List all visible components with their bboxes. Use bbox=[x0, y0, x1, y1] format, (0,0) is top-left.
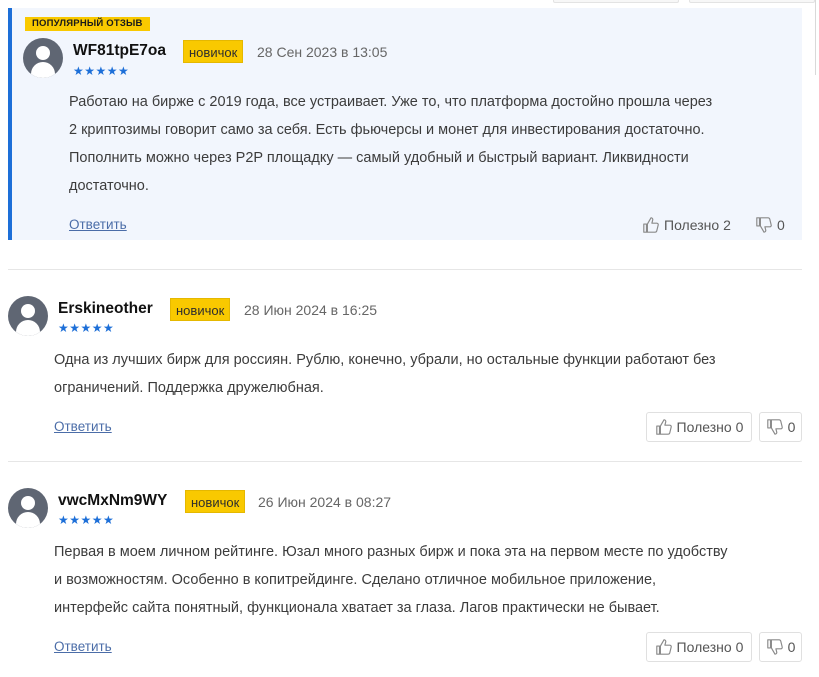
review-text-line: Пополнить можно через P2P площадку — сам… bbox=[69, 150, 689, 166]
role-badge: новичок bbox=[170, 298, 231, 321]
review-text-line: Первая в моем личном рейтинге. Юзал мног… bbox=[54, 544, 728, 560]
user-avatar-icon[interactable] bbox=[8, 488, 48, 528]
user-avatar-icon[interactable] bbox=[23, 38, 63, 78]
reply-link[interactable]: Ответить bbox=[54, 639, 112, 654]
review-text-line: Одна из лучших бирж для россиян. Рублю, … bbox=[54, 352, 716, 368]
review-text-line: интерфейс сайта понятный, функционала хв… bbox=[54, 600, 660, 616]
useful-label: Полезно bbox=[664, 217, 720, 233]
top-tab-right[interactable] bbox=[689, 0, 815, 3]
useful-button[interactable]: Полезно 0 bbox=[646, 412, 752, 442]
useful-count: 0 bbox=[735, 639, 744, 655]
star-rating: ★★★★★ bbox=[73, 64, 130, 78]
thumbs-down-icon bbox=[755, 216, 773, 234]
review-text-line: 2 криптозимы говорит само за себя. Есть … bbox=[69, 122, 705, 138]
useful-count: 0 bbox=[735, 419, 744, 435]
review-text: Одна из лучших бирж для россиян. Рублю, … bbox=[54, 346, 794, 402]
thumbs-down-icon bbox=[766, 638, 784, 656]
scrollbar-track[interactable] bbox=[815, 0, 816, 75]
review-username[interactable]: WF81tpE7oa bbox=[73, 42, 166, 60]
user-avatar-icon[interactable] bbox=[8, 296, 48, 336]
review-text-line: и возможностям. Особенно в копитрейдинге… bbox=[54, 572, 657, 588]
dislike-count: 0 bbox=[777, 217, 785, 233]
thumbs-up-icon bbox=[642, 216, 660, 234]
top-tab-left[interactable] bbox=[553, 0, 679, 3]
role-badge: новичок bbox=[185, 490, 246, 513]
dislike-count: 0 bbox=[787, 639, 796, 655]
review-username[interactable]: vwcMxNm9WY bbox=[58, 492, 167, 510]
popular-accent-bar bbox=[8, 8, 12, 240]
review-text-line: достаточно. bbox=[69, 178, 149, 194]
reply-link[interactable]: Ответить bbox=[69, 217, 127, 232]
thumbs-up-icon bbox=[655, 638, 673, 656]
useful-button[interactable]: Полезно 2 bbox=[642, 210, 731, 240]
dislike-count: 0 bbox=[787, 419, 796, 435]
useful-button[interactable]: Полезно 0 bbox=[646, 632, 752, 662]
review-text-line: ограничений. Поддержка дружелюбная. bbox=[54, 380, 324, 396]
review-username[interactable]: Erskineother bbox=[58, 300, 153, 318]
review-date: 28 Июн 2024 в 16:25 bbox=[244, 302, 378, 318]
review-date: 28 Сен 2023 в 13:05 bbox=[257, 44, 388, 60]
review-date: 26 Июн 2024 в 08:27 bbox=[258, 494, 392, 510]
star-rating: ★★★★★ bbox=[58, 321, 115, 335]
dislike-button[interactable]: 0 bbox=[759, 632, 802, 662]
review-divider bbox=[8, 461, 802, 462]
popular-badge: ПОПУЛЯРНЫЙ ОТЗЫВ bbox=[25, 17, 150, 31]
review-text: Первая в моем личном рейтинге. Юзал мног… bbox=[54, 538, 804, 622]
review-text: Работаю на бирже с 2019 года, все устраи… bbox=[69, 88, 789, 200]
thumbs-down-icon bbox=[766, 418, 784, 436]
thumbs-up-icon bbox=[655, 418, 673, 436]
star-rating: ★★★★★ bbox=[58, 513, 115, 527]
role-badge: новичок bbox=[183, 40, 244, 63]
useful-count: 2 bbox=[723, 217, 731, 233]
review-divider bbox=[8, 269, 802, 270]
useful-label: Полезно bbox=[676, 419, 732, 435]
dislike-button[interactable]: 0 bbox=[755, 210, 785, 240]
reply-link[interactable]: Ответить bbox=[54, 419, 112, 434]
useful-label: Полезно bbox=[676, 639, 732, 655]
dislike-button[interactable]: 0 bbox=[759, 412, 802, 442]
review-text-line: Работаю на бирже с 2019 года, все устраи… bbox=[69, 94, 713, 110]
